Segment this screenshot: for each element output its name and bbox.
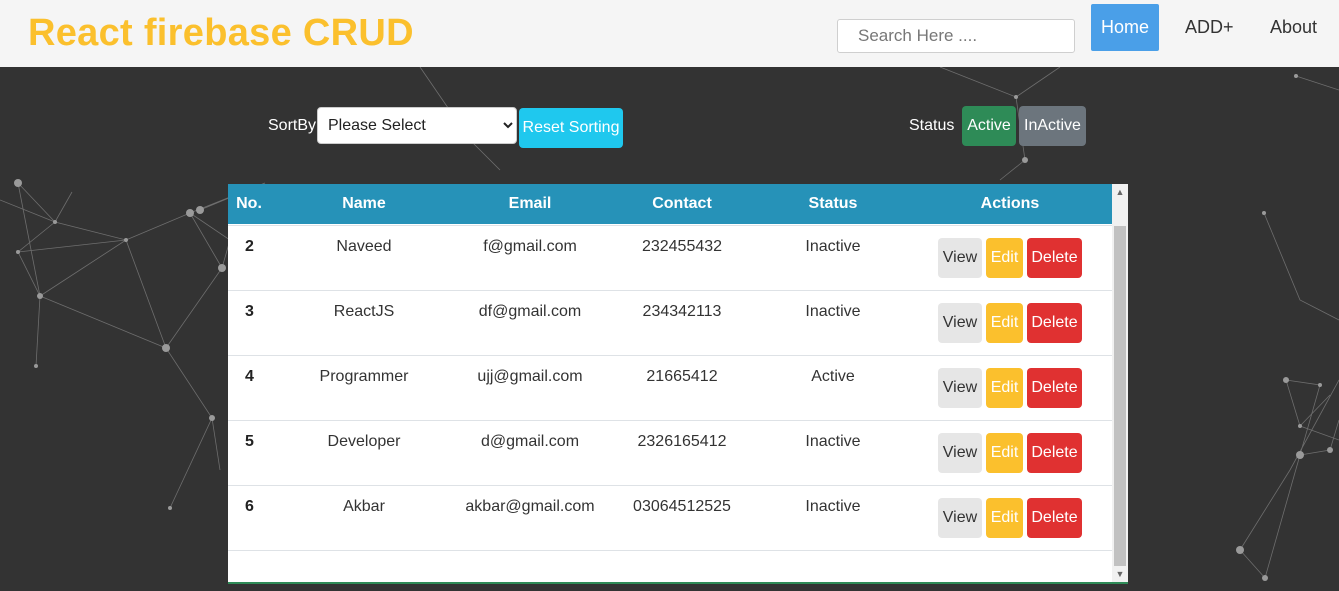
header-status: Status [808,195,858,212]
users-table: ViewEditDelete2Naveedf@gmail.com23245543… [228,184,1128,584]
scroll-down-icon[interactable]: ▼ [1112,566,1128,582]
cell-status: Active [811,368,855,385]
table-body: ViewEditDelete2Naveedf@gmail.com23245543… [228,184,1112,551]
cell-status: Inactive [805,433,861,450]
inactive-filter-button[interactable]: InActive [1019,106,1086,146]
active-filter-button[interactable]: Active [962,106,1016,146]
cell-email: akbar@gmail.com [465,498,595,515]
view-button[interactable]: View [938,238,982,278]
header-contact: Contact [652,195,712,212]
header-email: Email [508,195,552,212]
edit-button[interactable]: Edit [986,433,1023,473]
cell-contact: 232455432 [641,238,723,255]
view-button[interactable]: View [938,303,982,343]
brand-title[interactable]: React firebase CRUD [28,12,414,55]
edit-button[interactable]: Edit [986,238,1023,278]
cell-no: 5 [245,433,254,450]
cell-no: 4 [245,368,254,385]
table-scrollbar[interactable]: ▲ ▼ [1112,184,1128,582]
cell-name: Naveed [336,238,392,255]
cell-email: df@gmail.com [478,303,582,320]
table-row: 2 Naveed f@gmail.com 232455432 Inactive View E… [228,226,1112,291]
cell-status: Inactive [805,303,861,320]
cell-status: Inactive [805,498,861,515]
nav-about[interactable]: About [1260,4,1327,51]
header-name: Name [342,195,386,212]
table-row: 5 Developer d@gmail.com 2326165412 Inactive V… [228,421,1112,486]
delete-button[interactable]: Delete [1027,303,1082,343]
cell-no: 6 [245,498,254,515]
cell-no: 2 [245,238,254,255]
status-label: Status [909,117,955,134]
view-button[interactable]: View [938,498,982,538]
delete-button[interactable]: Delete [1027,433,1082,473]
delete-button[interactable]: Delete [1027,368,1082,408]
cell-no: 3 [245,303,254,320]
cell-name: Developer [327,433,401,450]
cell-email: d@gmail.com [480,433,580,450]
cell-email: ujj@gmail.com [477,368,583,385]
header-no: No. [236,195,262,212]
sort-label: SortBy: [268,117,321,134]
edit-button[interactable]: Edit [986,368,1023,408]
delete-button[interactable]: Delete [1027,498,1082,538]
cell-contact: 21665412 [646,368,718,385]
edit-button[interactable]: Edit [986,303,1023,343]
reset-sorting-button[interactable]: Reset Sorting [519,108,623,148]
scrollbar-thumb[interactable] [1114,226,1126,566]
view-button[interactable]: View [938,368,982,408]
nav-home[interactable]: Home [1091,4,1159,51]
cell-contact: 234342113 [642,303,722,320]
navbar: React firebase CRUD Home ADD+ About [0,0,1339,67]
cell-name: ReactJS [333,303,395,320]
table-row: 4 Programmer ujj@gmail.com 21665412 Active Vi… [228,356,1112,421]
scroll-up-icon[interactable]: ▲ [1112,184,1128,200]
cell-contact: 03064512525 [633,498,731,515]
nav-add[interactable]: ADD+ [1175,4,1244,51]
table-header: No. Name Email Contact Status Actions [228,184,1112,224]
edit-button[interactable]: Edit [986,498,1023,538]
table-row: 6 Akbar akbar@gmail.com 03064512525 Inactive… [228,486,1112,551]
table-row: 3 ReactJS df@gmail.com 234342113 Inactive Vie… [228,291,1112,356]
cell-email: f@gmail.com [483,238,577,255]
sort-select[interactable]: Please Select [317,107,517,144]
cell-contact: 2326165412 [637,433,727,450]
cell-status: Inactive [805,238,861,255]
cell-name: Akbar [343,498,385,515]
search-input[interactable] [837,19,1075,53]
cell-name: Programmer [319,368,409,385]
header-actions: Actions [980,195,1040,212]
delete-button[interactable]: Delete [1027,238,1082,278]
view-button[interactable]: View [938,433,982,473]
